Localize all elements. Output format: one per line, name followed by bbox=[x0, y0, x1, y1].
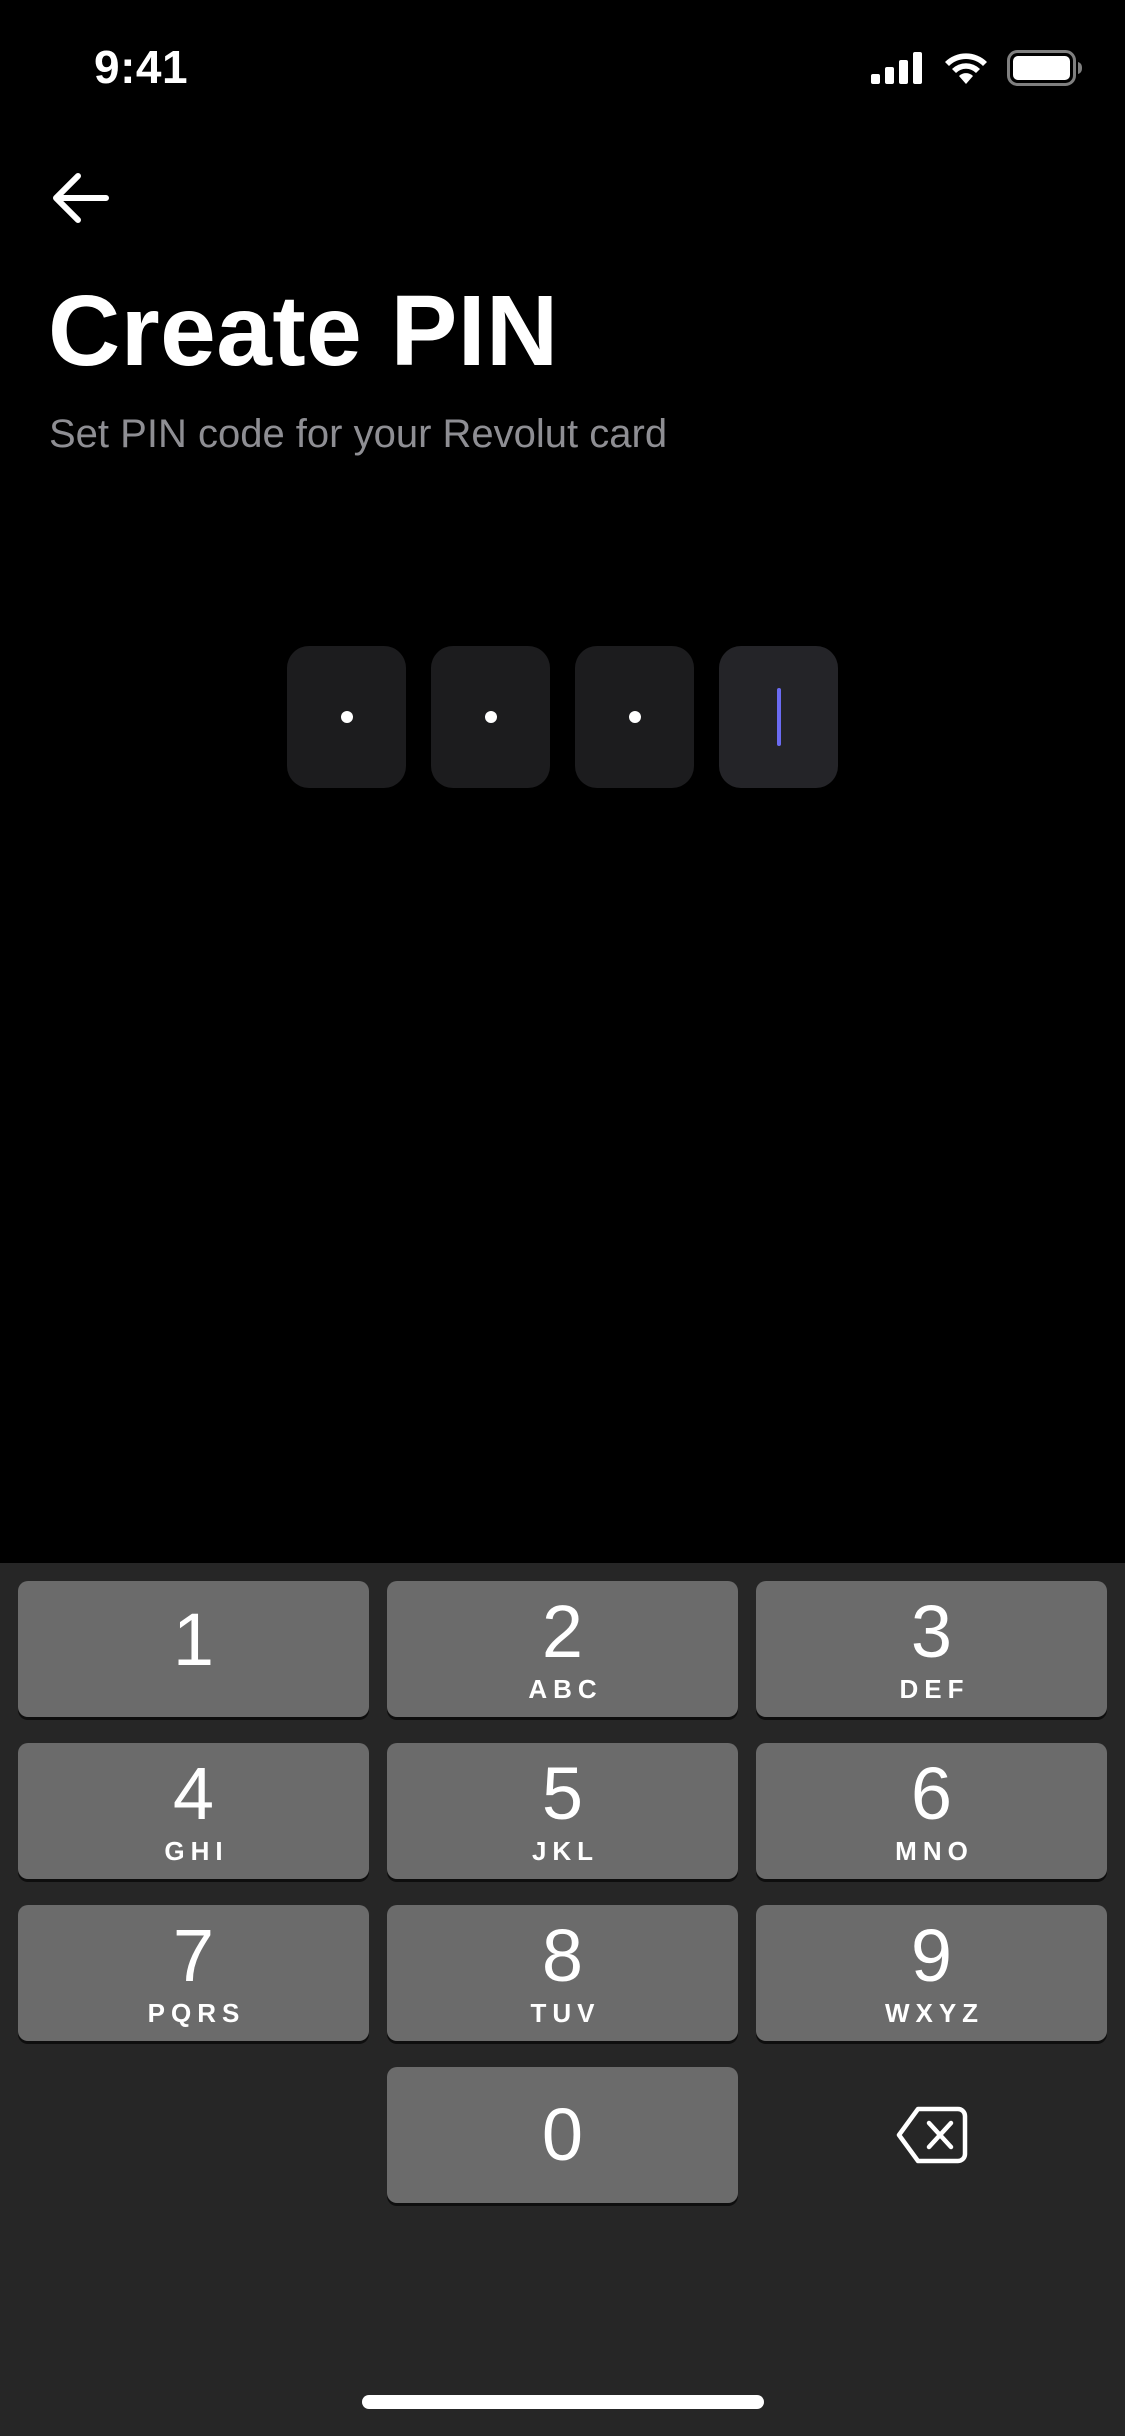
home-indicator[interactable] bbox=[362, 2395, 764, 2409]
key-digit: 9 bbox=[910, 1914, 953, 1997]
arrow-left-icon bbox=[53, 173, 109, 223]
key-digit: 4 bbox=[172, 1752, 215, 1835]
backspace-icon bbox=[896, 2106, 967, 2164]
delete-key[interactable] bbox=[756, 2067, 1107, 2203]
key-5[interactable]: 5 JKL bbox=[387, 1743, 738, 1879]
key-6[interactable]: 6 MNO bbox=[756, 1743, 1107, 1879]
text-cursor bbox=[776, 688, 781, 746]
key-digit: 2 bbox=[541, 1590, 584, 1673]
key-letters: TUV bbox=[530, 1998, 601, 2028]
pin-digit-box-4[interactable] bbox=[719, 646, 838, 788]
status-time: 9:41 bbox=[94, 41, 189, 93]
key-letters: ABC bbox=[528, 1674, 603, 1704]
key-letters: DEF bbox=[899, 1674, 970, 1704]
key-3[interactable]: 3 DEF bbox=[756, 1581, 1107, 1717]
key-letters: GHI bbox=[164, 1836, 229, 1866]
pin-input[interactable] bbox=[287, 646, 838, 788]
key-digit: 5 bbox=[541, 1752, 584, 1835]
key-letters: PQRS bbox=[147, 1998, 246, 2028]
key-4[interactable]: 4 GHI bbox=[18, 1743, 369, 1879]
key-8[interactable]: 8 TUV bbox=[387, 1905, 738, 2041]
key-9[interactable]: 9 WXYZ bbox=[756, 1905, 1107, 2041]
key-letters: JKL bbox=[531, 1836, 600, 1866]
pin-digit-box-3[interactable] bbox=[575, 646, 694, 788]
back-button[interactable] bbox=[44, 168, 116, 228]
key-2[interactable]: 2 ABC bbox=[387, 1581, 738, 1717]
key-letters: MNO bbox=[895, 1836, 974, 1866]
key-digit: 6 bbox=[910, 1752, 953, 1835]
page-title: Create PIN bbox=[48, 275, 559, 387]
cellular-signal-icon bbox=[871, 52, 922, 84]
pin-dot bbox=[484, 711, 497, 723]
pin-dot bbox=[340, 711, 353, 723]
key-digit: 1 bbox=[172, 1598, 215, 1681]
battery-icon bbox=[1007, 50, 1082, 86]
key-digit: 3 bbox=[910, 1590, 953, 1673]
create-pin-screen: 9:41 Create PIN Set PIN code for your Re… bbox=[0, 0, 1125, 2436]
key-digit: 7 bbox=[172, 1914, 215, 1997]
key-1[interactable]: 1 bbox=[18, 1581, 369, 1717]
pin-digit-box-1[interactable] bbox=[287, 646, 406, 788]
key-0[interactable]: 0 bbox=[387, 2067, 738, 2203]
key-7[interactable]: 7 PQRS bbox=[18, 1905, 369, 2041]
status-bar: 9:41 bbox=[0, 0, 1125, 132]
key-digit: 0 bbox=[541, 2093, 584, 2176]
status-icons bbox=[871, 50, 1083, 86]
pin-digit-box-2[interactable] bbox=[431, 646, 550, 788]
key-letters: WXYZ bbox=[884, 1998, 985, 2028]
key-digit: 8 bbox=[541, 1914, 584, 1997]
page-subtitle: Set PIN code for your Revolut card bbox=[49, 412, 668, 456]
wifi-icon bbox=[945, 53, 987, 84]
pin-dot bbox=[628, 711, 641, 723]
